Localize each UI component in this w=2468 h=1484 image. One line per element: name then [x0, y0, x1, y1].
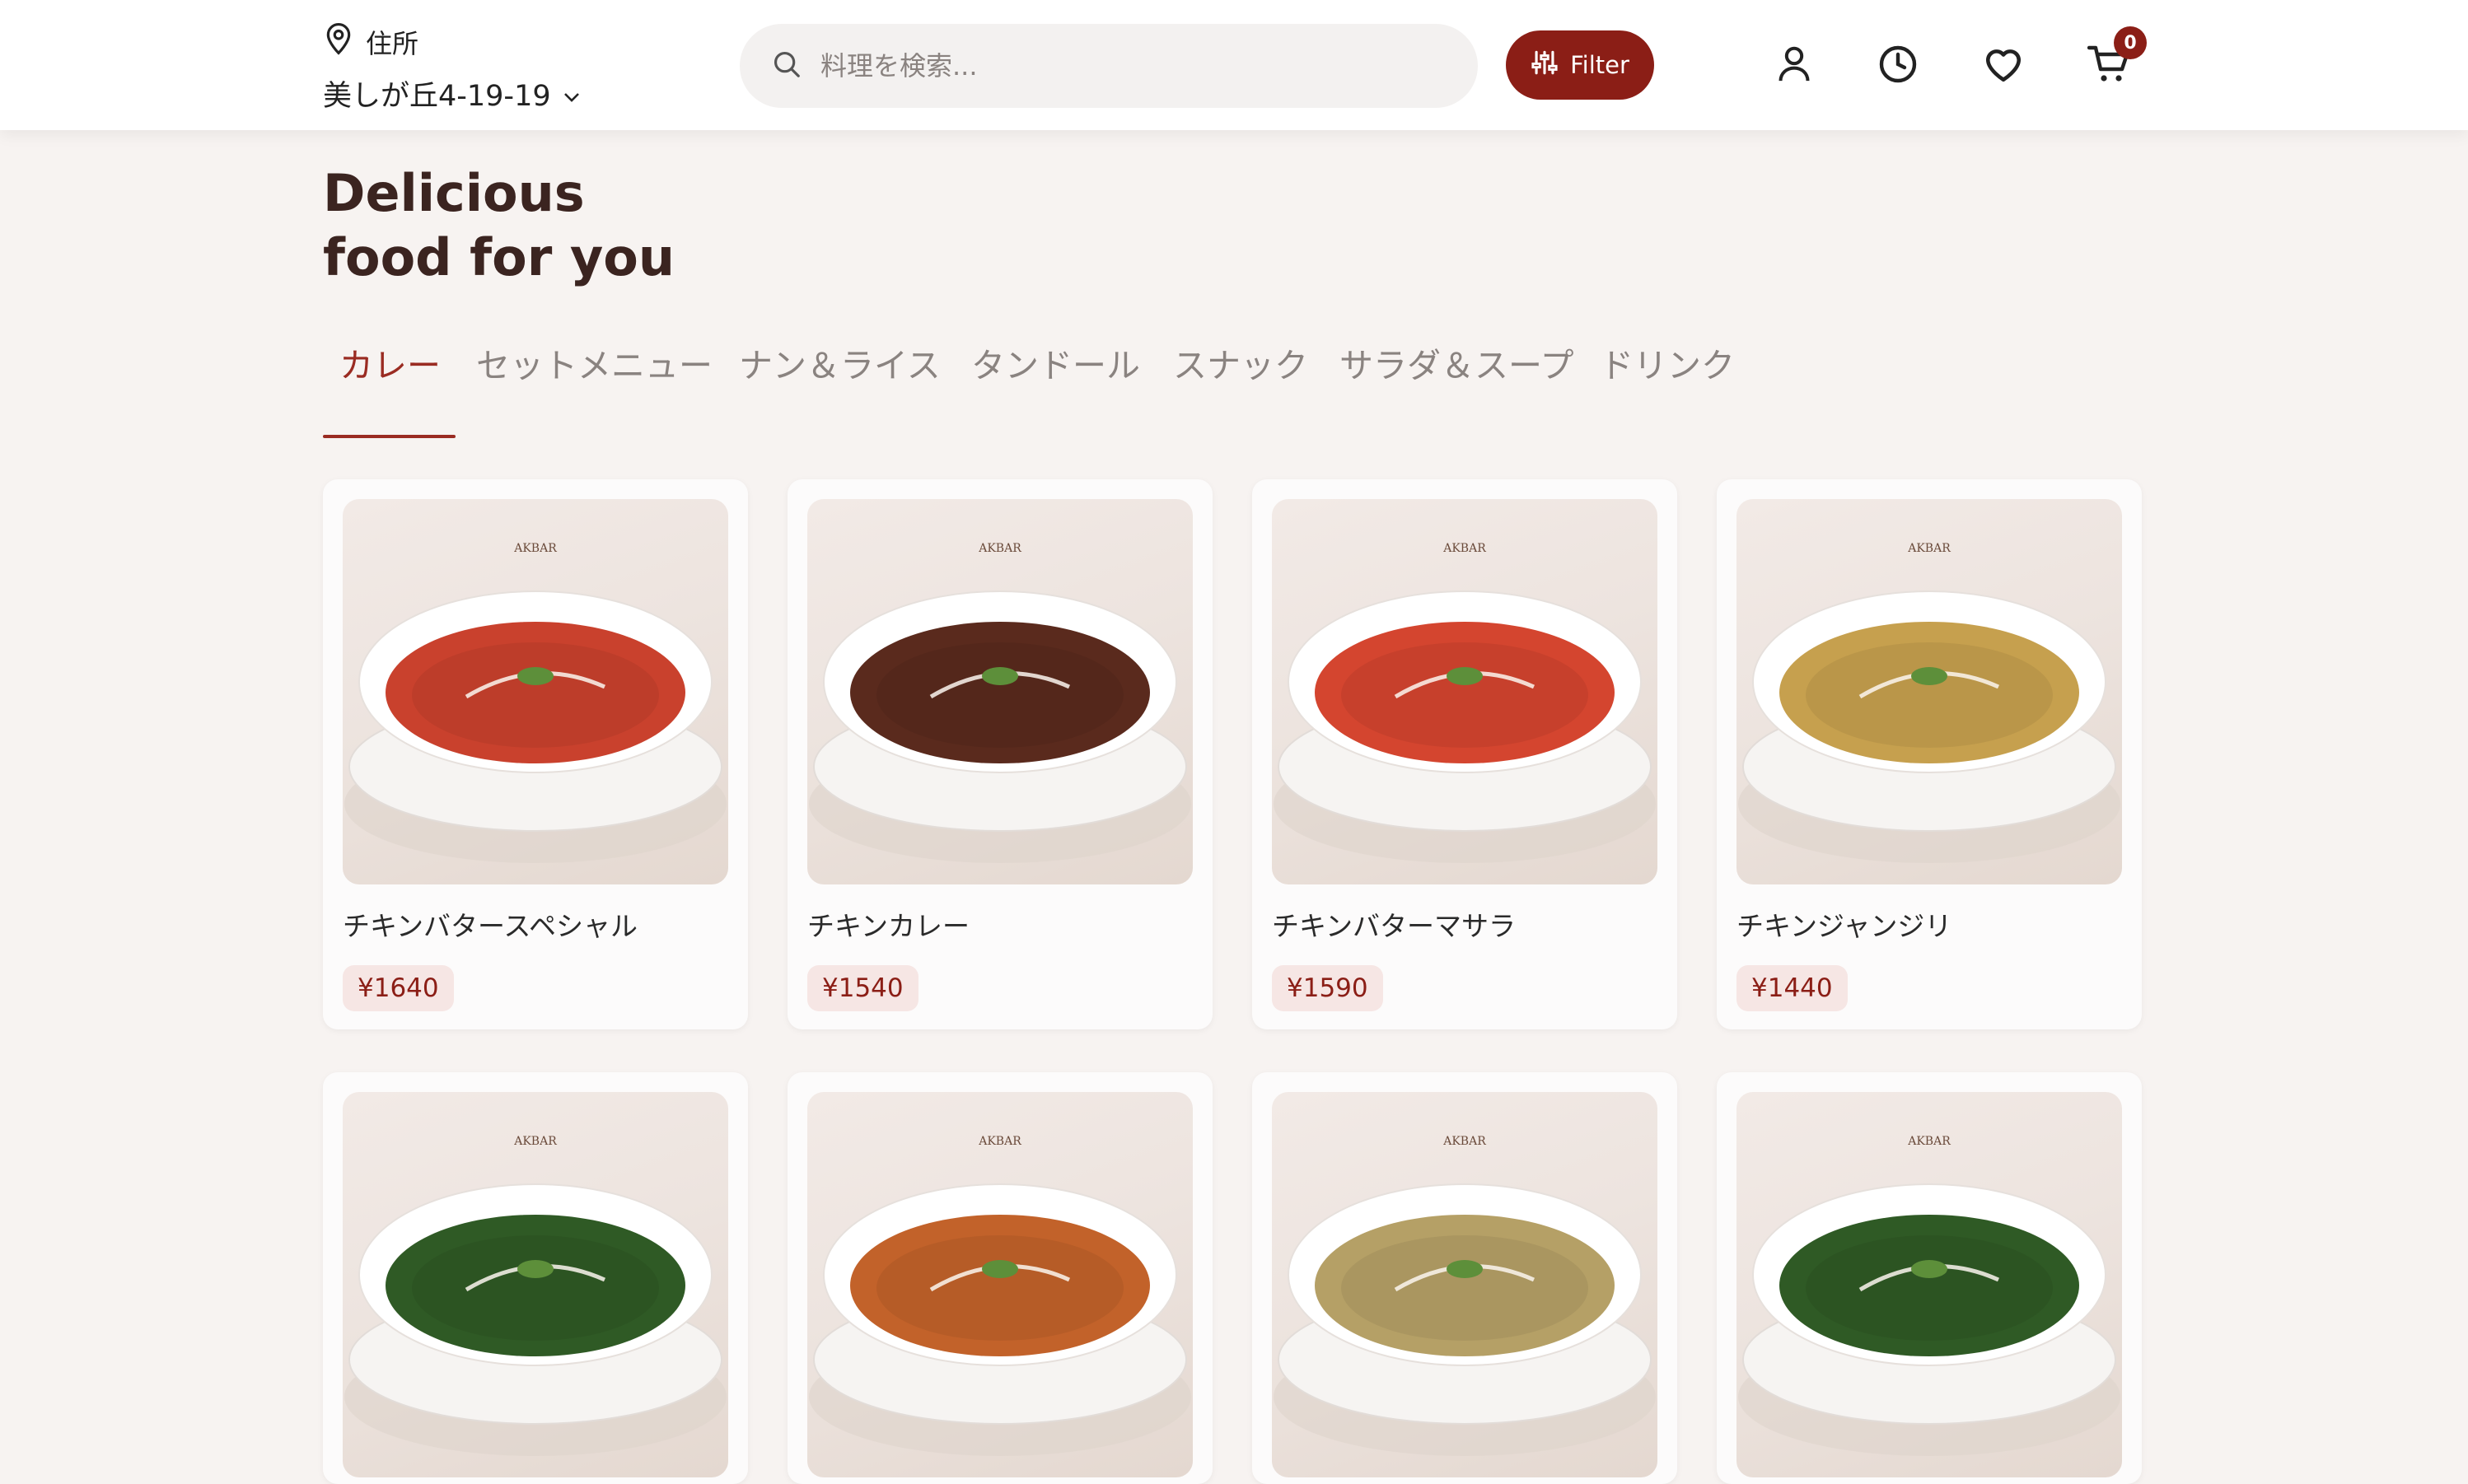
product-card[interactable]: AKBAR チキンカレー ¥1540 [788, 479, 1213, 1029]
page-title: Delicious food for you [323, 161, 675, 290]
address-selector[interactable]: 住所 美しが丘4-19-19 [323, 21, 581, 114]
product-price: ¥1640 [343, 965, 454, 1011]
search-bar[interactable] [740, 24, 1478, 108]
curry-bowl-image: AKBAR [809, 1135, 1191, 1456]
product-card[interactable]: AKBAR [1252, 1072, 1677, 1484]
product-card[interactable]: AKBAR [323, 1072, 748, 1484]
svg-text:AKBAR: AKBAR [1442, 1135, 1486, 1148]
product-photo[interactable]: AKBAR [807, 499, 1193, 884]
cart-count-badge: 0 [2114, 26, 2147, 59]
chevron-down-icon[interactable] [563, 77, 581, 110]
product-photo[interactable]: AKBAR [1736, 1092, 2122, 1477]
tab-naan-rice[interactable]: ナン＆ライス [739, 338, 941, 387]
product-name: チキンバタースペシャル [343, 910, 638, 942]
product-name: チキンバターマサラ [1272, 910, 1517, 942]
product-card[interactable]: AKBAR チキンバターマサラ ¥1590 [1252, 479, 1677, 1029]
address-label-row: 住所 [323, 21, 581, 63]
product-photo[interactable]: AKBAR [1736, 499, 2122, 884]
curry-bowl-image: AKBAR [1274, 1135, 1656, 1456]
heart-icon[interactable] [1979, 40, 2028, 89]
filter-label: Filter [1570, 51, 1629, 79]
svg-text:AKBAR: AKBAR [1907, 542, 1951, 555]
svg-text:AKBAR: AKBAR [978, 542, 1021, 555]
address-value[interactable]: 美しが丘4-19-19 [323, 72, 551, 114]
svg-text:AKBAR: AKBAR [978, 1135, 1021, 1148]
product-price: ¥1540 [807, 965, 918, 1011]
address-value-row[interactable]: 美しが丘4-19-19 [323, 72, 581, 114]
page-title-line2: food for you [323, 227, 675, 287]
location-pin-icon [323, 21, 354, 63]
curry-bowl-image: AKBAR [809, 542, 1191, 863]
curry-bowl-image: AKBAR [1274, 542, 1656, 863]
top-header: 住所 美しが丘4-19-19 Filter 0 [0, 0, 2468, 130]
product-name: チキンカレー [807, 910, 970, 942]
search-icon [771, 49, 802, 83]
tab-drink[interactable]: ドリンク [1600, 338, 1735, 387]
svg-text:AKBAR: AKBAR [1907, 1135, 1951, 1148]
tab-curry[interactable]: カレー [339, 338, 441, 387]
tab-set-menu[interactable]: セットメニュー [476, 338, 713, 387]
user-icon[interactable] [1769, 40, 1819, 89]
tab-salad-soup[interactable]: サラダ＆スープ [1339, 338, 1574, 387]
page-title-line1: Delicious [323, 163, 585, 223]
product-photo[interactable]: AKBAR [807, 1092, 1193, 1477]
product-card[interactable]: AKBAR チキンバタースペシャル ¥1640 [323, 479, 748, 1029]
product-photo[interactable]: AKBAR [1272, 499, 1657, 884]
search-input[interactable] [819, 49, 1448, 82]
product-price: ¥1590 [1272, 965, 1383, 1011]
product-price: ¥1440 [1736, 965, 1848, 1011]
address-label: 住所 [366, 28, 419, 59]
filter-sliders-icon [1531, 49, 1559, 82]
tab-snack[interactable]: スナック [1173, 338, 1308, 387]
filter-button[interactable]: Filter [1506, 30, 1654, 100]
product-photo[interactable]: AKBAR [343, 1092, 728, 1477]
svg-text:AKBAR: AKBAR [1442, 542, 1486, 555]
product-photo[interactable]: AKBAR [1272, 1092, 1657, 1477]
tab-tandoor[interactable]: タンドール [971, 338, 1140, 387]
product-photo[interactable]: AKBAR [343, 499, 728, 884]
svg-text:AKBAR: AKBAR [513, 542, 557, 555]
product-card[interactable]: AKBAR [1717, 1072, 2142, 1484]
curry-bowl-image: AKBAR [1738, 1135, 2120, 1456]
svg-text:AKBAR: AKBAR [513, 1135, 557, 1148]
product-card[interactable]: AKBAR [788, 1072, 1213, 1484]
product-card[interactable]: AKBAR チキンジャンジリ ¥1440 [1717, 479, 2142, 1029]
curry-bowl-image: AKBAR [1738, 542, 2120, 863]
product-name: チキンジャンジリ [1736, 910, 1952, 942]
active-tab-indicator [323, 435, 456, 438]
curry-bowl-image: AKBAR [344, 542, 727, 863]
clock-icon[interactable] [1873, 40, 1923, 89]
curry-bowl-image: AKBAR [344, 1135, 727, 1456]
